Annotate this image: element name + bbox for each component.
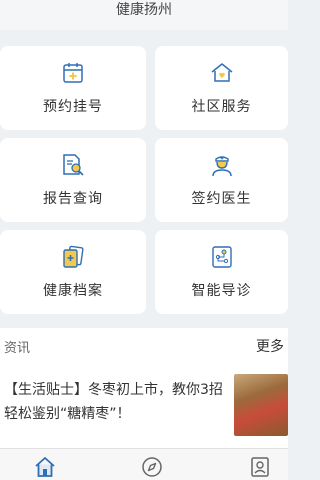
profile-icon[interactable] [248,455,272,479]
calendar-plus-icon [63,63,83,83]
health-records-icon [63,245,84,268]
more-link[interactable]: 更多 [256,336,284,356]
smart-guide-icon [211,246,232,268]
home-icon[interactable] [33,455,57,479]
news-section-title: 资讯 [4,340,31,356]
doctor-icon [211,156,232,177]
bottom-tab-bar [0,448,288,480]
service-label: 报告查询 [43,191,103,207]
news-item-thumbnail [234,374,288,436]
compass-icon[interactable] [140,455,164,479]
app-header: 健康扬州 [0,0,288,30]
service-card-report[interactable]: 报告查询 [0,138,146,222]
service-label: 智能导诊 [191,283,252,299]
news-item[interactable]: 【生活贴士】冬枣初上市，教你3招轻松鉴别“糖精枣”！ [0,374,288,444]
service-card-appointment[interactable]: 预约挂号 [0,46,146,130]
service-card-records[interactable]: 健康档案 [0,230,146,314]
service-label: 预约挂号 [43,99,103,115]
document-search-icon [63,154,84,176]
page-title: 健康扬州 [116,2,172,18]
service-card-guide[interactable]: 智能导诊 [155,230,288,314]
service-card-doctor[interactable]: 签约医生 [155,138,288,222]
service-card-community[interactable]: 社区服务 [155,46,288,130]
news-item-title: 【生活贴士】冬枣初上市，教你3招轻松鉴别“糖精枣”！ [4,382,223,422]
home-heart-icon [211,63,232,82]
news-header: 资讯 更多 [0,328,288,364]
service-label: 签约医生 [191,191,252,207]
news-section: 资讯 更多 【生活贴士】冬枣初上市，教你3招轻松鉴别“糖精枣”！ [0,328,288,448]
service-label: 健康档案 [43,283,103,299]
service-label: 社区服务 [191,99,252,115]
